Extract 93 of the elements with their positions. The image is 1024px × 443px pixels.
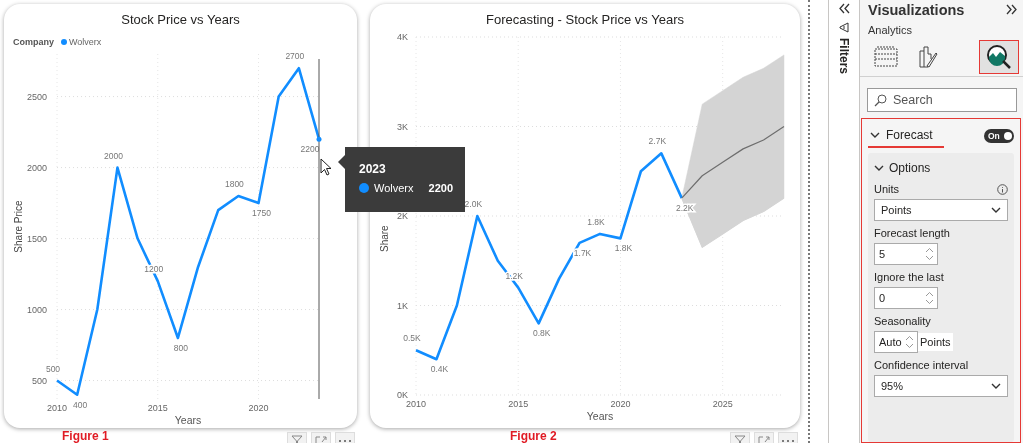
- filter-button[interactable]: [287, 432, 307, 443]
- axis-tick-label: 2010: [406, 399, 426, 409]
- data-label: 2.0K: [464, 199, 483, 209]
- dropdown[interactable]: 95%: [874, 375, 1008, 397]
- analytics-magnifier-icon: [986, 44, 1012, 70]
- number-spinner[interactable]: 0: [874, 287, 938, 309]
- data-label: 1750: [252, 208, 271, 219]
- axis-tick-label: 2015: [147, 403, 168, 413]
- search-field[interactable]: Search: [867, 88, 1017, 112]
- data-label: 400: [73, 399, 88, 410]
- pane-title: Visualizations: [868, 2, 965, 18]
- axis-tick-label: 500: [31, 375, 47, 386]
- data-label: 0.8K: [532, 328, 551, 339]
- axis-title: Share Price: [13, 200, 24, 253]
- pane-title: Filters: [837, 38, 851, 74]
- data-label: 2.7K: [648, 136, 667, 147]
- filter-icon: [291, 435, 303, 443]
- section-label: Analytics: [868, 24, 913, 36]
- table-grid-icon: [874, 46, 898, 68]
- focus-mode-button[interactable]: [311, 432, 331, 443]
- tooltip-title: 2023: [359, 162, 387, 176]
- data-point-marker: [316, 136, 322, 142]
- axis-tick-label: 2015: [508, 399, 529, 409]
- axis-tick-label: 1K: [397, 300, 408, 311]
- axis-tick-label: 3K: [397, 121, 408, 132]
- axis-tick-label: 2020: [248, 403, 269, 413]
- axis-title: Years: [174, 414, 202, 426]
- number-spinner[interactable]: 5: [874, 243, 938, 265]
- axis-tick-label: 2010: [47, 403, 67, 413]
- toggle-switch[interactable]: On: [984, 129, 1014, 143]
- more-icon: [781, 437, 795, 443]
- search-icon: [874, 93, 887, 107]
- expand-icon: [315, 435, 327, 443]
- options-header[interactable]: Options: [874, 157, 931, 183]
- data-label: 500: [45, 363, 61, 374]
- axis-tick-label: 1500: [26, 233, 47, 244]
- axis-tick-label: 2020: [610, 399, 631, 409]
- field-label: Confidence interval: [874, 359, 969, 371]
- field-label: Ignore the last: [874, 271, 944, 283]
- chart-title: Stock Price vs Years: [121, 11, 240, 27]
- chevron-down-icon: [874, 164, 884, 172]
- axis-tick-label: 2500: [26, 91, 47, 102]
- data-label: 2.2K: [676, 203, 694, 214]
- axis-tick-label: 4K: [397, 32, 408, 42]
- axis-tick-label: 2025: [712, 399, 733, 409]
- data-label: 1.7K: [573, 247, 592, 258]
- chevron-down-icon: [991, 206, 1001, 214]
- pane-tab[interactable]: [979, 40, 1019, 74]
- double-chevron-right-icon: [1006, 3, 1017, 15]
- expand-icon: [758, 435, 770, 443]
- series-name: Wolverx: [374, 182, 414, 194]
- data-label: 1800: [224, 179, 244, 189]
- spinner-arrows-icon: [925, 291, 934, 305]
- spinner-arrows-icon: [925, 247, 934, 261]
- section-header[interactable]: Forecast: [868, 124, 944, 148]
- dropdown[interactable]: Points: [874, 199, 1008, 221]
- filter-icon: [734, 435, 746, 443]
- data-label: 0.4K: [430, 364, 449, 375]
- axis-tick-label: 0K: [397, 390, 408, 400]
- chart-title: Forecasting - Stock Price vs Years: [486, 11, 684, 27]
- spinner-arrows-icon: [905, 335, 914, 349]
- chevron-down-icon: [870, 131, 880, 139]
- filter-button[interactable]: [730, 432, 750, 443]
- double-chevron-left-icon: [838, 3, 850, 14]
- figure-caption: Figure 2: [510, 428, 557, 443]
- data-label: 0.5K: [403, 333, 421, 344]
- more-icon: [338, 437, 352, 443]
- data-label: 800: [173, 342, 188, 353]
- data-label: 2000: [104, 150, 123, 161]
- funnel-icon: [839, 22, 849, 33]
- number-spinner[interactable]: Auto: [874, 331, 918, 353]
- data-label: 1.8K: [587, 216, 605, 227]
- unit-label: Points: [918, 333, 953, 351]
- field-label: Seasonality: [874, 315, 931, 327]
- more-options-button[interactable]: [778, 432, 798, 443]
- axis-title: Share: [379, 225, 390, 252]
- axis-title: Years: [586, 410, 614, 422]
- axis-tick-label: 2000: [26, 162, 47, 173]
- axis-tick-label: 1000: [26, 304, 47, 315]
- data-label: 1.8K: [614, 243, 633, 254]
- mouse-pointer-icon: [320, 158, 333, 177]
- series-value: 2200: [428, 182, 453, 194]
- paint-brush-icon: [916, 45, 938, 69]
- legend-title: Company: [13, 37, 54, 47]
- more-options-button[interactable]: [335, 432, 355, 443]
- focus-mode-button[interactable]: [754, 432, 774, 443]
- legend-label: Wolverx: [69, 37, 102, 47]
- field-label: Forecast length: [874, 227, 950, 239]
- chevron-down-icon: [991, 382, 1001, 390]
- field-label: Units: [874, 183, 900, 195]
- figure-caption: Figure 1: [62, 428, 109, 443]
- axis-tick-label: 2K: [397, 211, 408, 221]
- data-label: 2700: [285, 52, 305, 62]
